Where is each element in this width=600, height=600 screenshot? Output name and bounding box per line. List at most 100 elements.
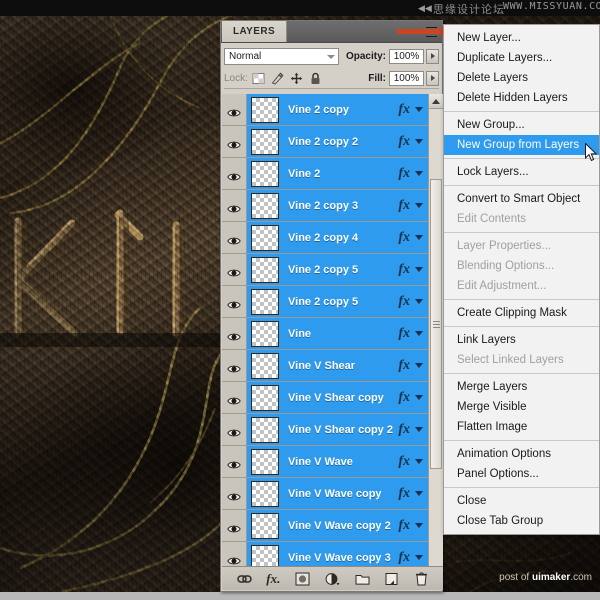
layer-visibility-toggle[interactable] <box>222 126 247 157</box>
menu-item-close-tab-group[interactable]: Close Tab Group <box>444 511 599 531</box>
layer-thumbnail[interactable] <box>251 480 279 507</box>
layer-effects-fx-icon[interactable]: fx <box>398 166 410 182</box>
menu-item-convert-to-smart-object[interactable]: Convert to Smart Object <box>444 189 599 209</box>
scrollbar-thumb[interactable] <box>430 179 442 469</box>
tab-layers[interactable]: LAYERS <box>222 21 287 42</box>
expand-effects-chevron-icon[interactable] <box>415 203 423 208</box>
layer-visibility-toggle[interactable] <box>222 414 247 445</box>
layer-row[interactable]: Vine 2 copy 4 fx <box>222 222 429 254</box>
layer-row[interactable]: Vine 2 copy 2 fx <box>222 126 429 158</box>
layer-effects-fx-icon[interactable]: fx <box>398 326 410 342</box>
layer-thumbnail[interactable] <box>251 512 279 539</box>
layer-effects-fx-icon[interactable]: fx <box>398 486 410 502</box>
layer-effects-fx-icon[interactable]: fx <box>398 390 410 406</box>
menu-item-close[interactable]: Close <box>444 491 599 511</box>
layer-thumbnail[interactable] <box>251 192 279 219</box>
blend-mode-select[interactable]: Normal <box>224 47 339 65</box>
layer-effects-fx-icon[interactable]: fx <box>398 358 410 374</box>
layer-row[interactable]: Vine 2 copy 3 fx <box>222 190 429 222</box>
expand-effects-chevron-icon[interactable] <box>415 395 423 400</box>
opacity-input[interactable]: 100% <box>389 48 424 64</box>
expand-effects-chevron-icon[interactable] <box>415 491 423 496</box>
layers-list[interactable]: Vine 2 copy fx Vine 2 copy 2 fx Vine 2 fx Vine… <box>222 94 429 581</box>
add-layer-mask-icon[interactable] <box>294 571 311 587</box>
layer-visibility-toggle[interactable] <box>222 254 247 285</box>
layer-row[interactable]: Vine 2 copy fx <box>222 94 429 126</box>
menu-item-delete-hidden-layers[interactable]: Delete Hidden Layers <box>444 88 599 108</box>
fill-input[interactable]: 100% <box>389 70 424 86</box>
panel-context-menu[interactable]: New Layer... Duplicate Layers... Delete La… <box>443 24 600 535</box>
expand-effects-chevron-icon[interactable] <box>415 363 423 368</box>
layer-thumbnail[interactable] <box>251 128 279 155</box>
layer-thumbnail[interactable] <box>251 288 279 315</box>
layer-visibility-toggle[interactable] <box>222 510 247 541</box>
menu-item-link-layers[interactable]: Link Layers <box>444 330 599 350</box>
menu-item-flatten-image[interactable]: Flatten Image <box>444 417 599 437</box>
layer-effects-fx-icon[interactable]: fx <box>398 102 410 118</box>
expand-effects-chevron-icon[interactable] <box>415 267 423 272</box>
layer-visibility-toggle[interactable] <box>222 382 247 413</box>
layer-thumbnail[interactable] <box>251 224 279 251</box>
menu-item-lock-layers[interactable]: Lock Layers... <box>444 162 599 182</box>
layer-row[interactable]: Vine 2 copy 5 fx <box>222 254 429 286</box>
layer-row[interactable]: Vine V Shear copy fx <box>222 382 429 414</box>
lock-position-icon[interactable] <box>290 72 303 85</box>
layer-row[interactable]: Vine fx <box>222 318 429 350</box>
fill-stepper[interactable] <box>426 70 439 86</box>
layer-row[interactable]: Vine V Shear copy 2 fx <box>222 414 429 446</box>
expand-effects-chevron-icon[interactable] <box>415 459 423 464</box>
layer-thumbnail[interactable] <box>251 352 279 379</box>
menu-item-delete-layers[interactable]: Delete Layers <box>444 68 599 88</box>
layer-row[interactable]: Vine 2 fx <box>222 158 429 190</box>
layer-visibility-toggle[interactable] <box>222 478 247 509</box>
layer-visibility-toggle[interactable] <box>222 286 247 317</box>
menu-item-panel-options[interactable]: Panel Options... <box>444 464 599 484</box>
layer-visibility-toggle[interactable] <box>222 350 247 381</box>
expand-effects-chevron-icon[interactable] <box>415 171 423 176</box>
layer-row[interactable]: Vine V Wave copy fx <box>222 478 429 510</box>
menu-item-new-layer[interactable]: New Layer... <box>444 28 599 48</box>
layer-visibility-toggle[interactable] <box>222 94 247 125</box>
layer-effects-fx-icon[interactable]: fx <box>398 518 410 534</box>
link-layers-icon[interactable] <box>235 571 252 587</box>
expand-effects-chevron-icon[interactable] <box>415 427 423 432</box>
expand-effects-chevron-icon[interactable] <box>415 523 423 528</box>
layer-thumbnail[interactable] <box>251 416 279 443</box>
layer-thumbnail[interactable] <box>251 160 279 187</box>
layer-effects-fx-icon[interactable]: fx <box>398 198 410 214</box>
layer-effects-fx-icon[interactable]: fx <box>398 262 410 278</box>
menu-item-new-group[interactable]: New Group... <box>444 115 599 135</box>
lock-transparent-pixels-icon[interactable] <box>252 72 265 85</box>
delete-layer-icon[interactable] <box>413 571 430 587</box>
layer-thumbnail[interactable] <box>251 320 279 347</box>
menu-item-new-group-from-layers[interactable]: New Group from Layers <box>444 135 599 155</box>
layers-scrollbar[interactable] <box>428 94 443 581</box>
layer-thumbnail[interactable] <box>251 96 279 123</box>
new-adjustment-layer-icon[interactable] <box>324 571 341 587</box>
lock-all-icon[interactable] <box>309 72 322 85</box>
new-layer-icon[interactable] <box>383 571 400 587</box>
layer-effects-fx-icon[interactable]: fx <box>398 230 410 246</box>
layer-style-fx-icon[interactable]: fx. <box>265 571 282 587</box>
layer-thumbnail[interactable] <box>251 448 279 475</box>
expand-effects-chevron-icon[interactable] <box>415 107 423 112</box>
layer-thumbnail[interactable] <box>251 384 279 411</box>
expand-effects-chevron-icon[interactable] <box>415 235 423 240</box>
opacity-stepper[interactable] <box>426 48 439 64</box>
layer-visibility-toggle[interactable] <box>222 190 247 221</box>
expand-effects-chevron-icon[interactable] <box>415 331 423 336</box>
expand-effects-chevron-icon[interactable] <box>415 555 423 560</box>
expand-effects-chevron-icon[interactable] <box>415 299 423 304</box>
menu-item-merge-layers[interactable]: Merge Layers <box>444 377 599 397</box>
layer-thumbnail[interactable] <box>251 256 279 283</box>
layer-visibility-toggle[interactable] <box>222 446 247 477</box>
expand-effects-chevron-icon[interactable] <box>415 139 423 144</box>
scroll-up-button[interactable] <box>429 94 443 109</box>
layer-row[interactable]: Vine V Shear fx <box>222 350 429 382</box>
menu-item-duplicate-layers[interactable]: Duplicate Layers... <box>444 48 599 68</box>
menu-item-animation-options[interactable]: Animation Options <box>444 444 599 464</box>
layer-effects-fx-icon[interactable]: fx <box>398 550 410 566</box>
menu-item-merge-visible[interactable]: Merge Visible <box>444 397 599 417</box>
layer-effects-fx-icon[interactable]: fx <box>398 294 410 310</box>
layer-row[interactable]: Vine V Wave fx <box>222 446 429 478</box>
